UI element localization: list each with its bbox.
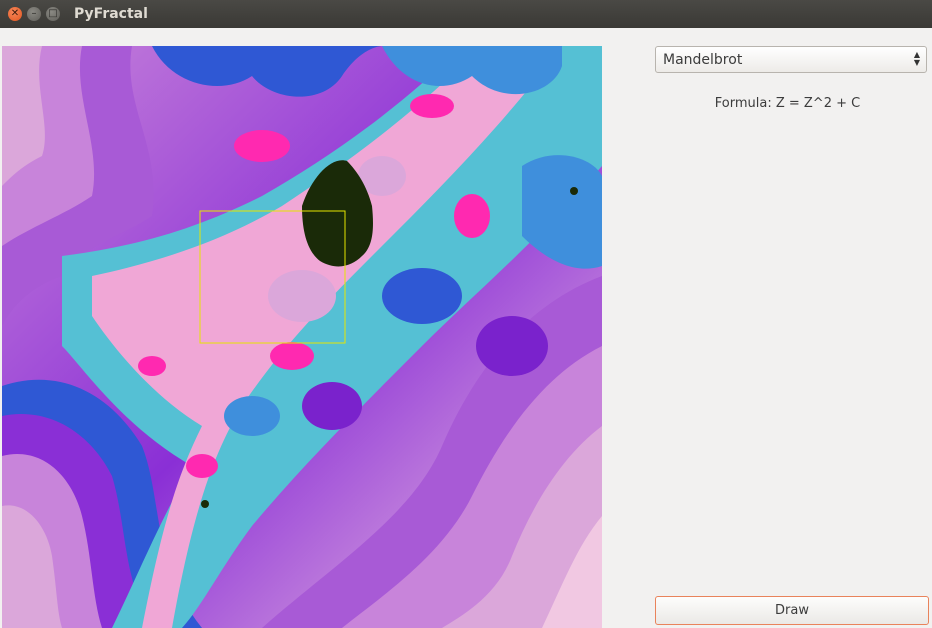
select-arrows-icon: ▲ ▼ (913, 50, 920, 67)
maximize-icon: □ (48, 8, 58, 19)
title-bar: ✕ – □ PyFractal (0, 0, 932, 28)
minimize-window-button[interactable]: – (27, 7, 41, 21)
window-title: PyFractal (74, 6, 148, 22)
minimize-icon: – (31, 8, 37, 19)
fractal-type-value: Mandelbrot (663, 52, 743, 68)
formula-label: Formula: Z = Z^2 + C (714, 96, 861, 111)
maximize-window-button[interactable]: □ (46, 7, 60, 21)
close-icon: ✕ (10, 8, 20, 19)
fractal-canvas[interactable] (2, 46, 602, 628)
fractal-type-select[interactable]: Mandelbrot ▲ ▼ (655, 46, 927, 73)
close-window-button[interactable]: ✕ (8, 7, 22, 21)
draw-button[interactable]: Draw (655, 596, 929, 625)
fractal-image (2, 46, 602, 628)
